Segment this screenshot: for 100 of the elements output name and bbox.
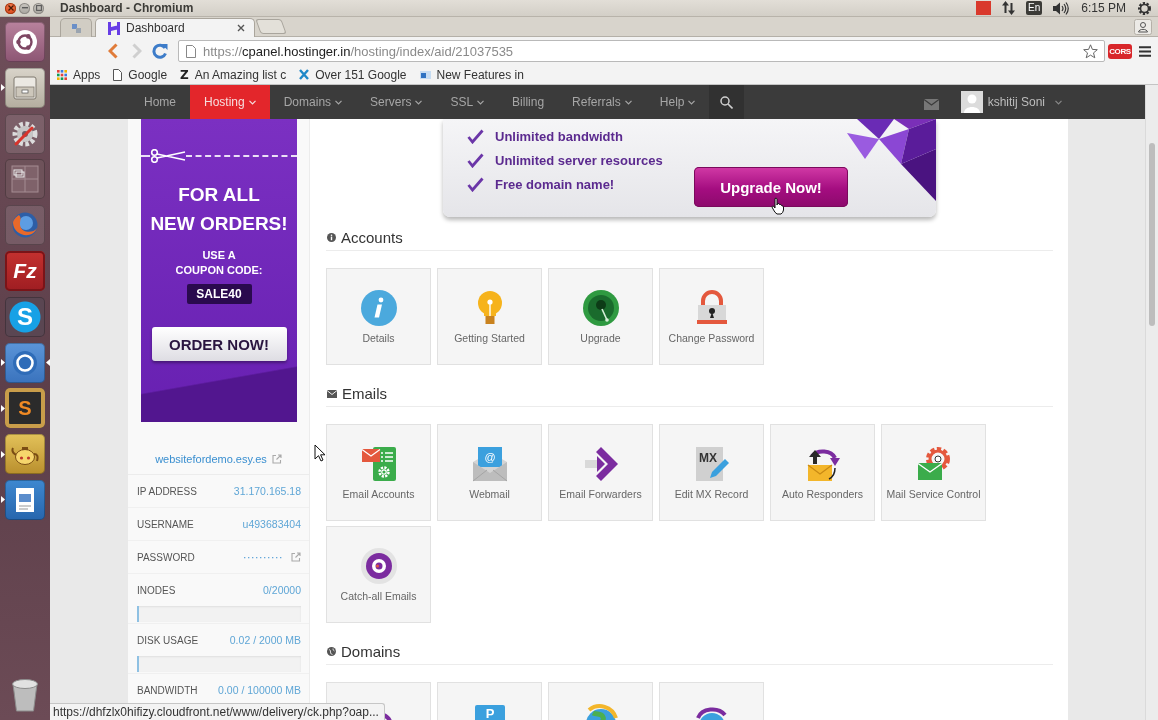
- window-maximize-button[interactable]: [33, 2, 44, 14]
- site-link[interactable]: websitefordemo.esy.es: [155, 452, 267, 474]
- nav-item[interactable]: Billing: [498, 85, 559, 119]
- feature-text: Free domain name!: [495, 176, 615, 192]
- browser-tab[interactable]: Dashboard: [95, 18, 255, 37]
- nav-item[interactable]: SSL: [436, 85, 499, 119]
- check-icon: [467, 176, 484, 192]
- square-indicator-icon[interactable]: [976, 1, 992, 15]
- url-field[interactable]: https://cpanel.hostinger.in/hosting/index/aid/21037535: [178, 40, 1105, 62]
- cross-favicon-icon: [299, 69, 310, 80]
- tool-tile[interactable]: Mail Service Control: [881, 424, 986, 521]
- gear-wrench-icon: [11, 119, 39, 148]
- tool-tile[interactable]: Change Password: [659, 268, 764, 365]
- launcher-button[interactable]: [5, 479, 45, 520]
- page-icon: [113, 68, 123, 81]
- link-status-tooltip: https://dhfzlx0hifizy.cloudfront.net/www/delivery/ck.php?oap...: [50, 703, 385, 720]
- feature-text: Unlimited bandwidth: [495, 128, 623, 144]
- launcher-button[interactable]: [5, 67, 45, 108]
- reload-icon[interactable]: [152, 43, 168, 59]
- info-icon: [360, 290, 397, 326]
- detail-value: 0.02 / 2000 MB: [229, 634, 301, 646]
- tool-tile[interactable]: Auto Responders: [770, 424, 875, 521]
- keyboard-layout-indicator[interactable]: En: [1026, 1, 1043, 15]
- volume-icon[interactable]: [1053, 1, 1070, 15]
- tool-tile[interactable]: Getting Started: [437, 268, 542, 365]
- network-arrows-icon[interactable]: [1002, 1, 1016, 15]
- upgrade-now-button[interactable]: Upgrade Now!: [694, 167, 848, 207]
- detail-label: IP ADDRESS: [137, 485, 197, 497]
- detail-value: u493683404: [242, 518, 301, 530]
- target-icon: [360, 548, 397, 584]
- session-gear-icon[interactable]: [1137, 0, 1152, 16]
- launcher-button[interactable]: [5, 22, 45, 62]
- check-icon: [467, 152, 484, 168]
- workspace-grid-icon: [11, 165, 39, 194]
- clock[interactable]: 6:15 PM: [1081, 1, 1126, 15]
- order-now-button[interactable]: ORDER NOW!: [151, 327, 287, 361]
- bookmark[interactable]: Z An Amazing list c: [180, 67, 287, 82]
- nav-item[interactable]: Hosting: [190, 85, 270, 119]
- tool-tile[interactable]: @ Webmail: [437, 424, 542, 521]
- envelope-list-icon: [360, 446, 397, 482]
- window-title: Dashboard - Chromium: [60, 1, 194, 15]
- scrollbar[interactable]: [1145, 85, 1158, 720]
- tool-tile[interactable]: MX Edit MX Record: [659, 424, 764, 521]
- extension-button[interactable]: CORS: [1108, 43, 1132, 59]
- feature-text: Unlimited server resources: [495, 152, 663, 168]
- nav-item[interactable]: Servers: [356, 85, 437, 119]
- detail-value: ··········: [243, 551, 283, 563]
- window-close-button[interactable]: [5, 2, 16, 14]
- launcher-button[interactable]: [5, 159, 45, 200]
- bookmark[interactable]: Over 151 Google: [299, 67, 407, 82]
- trash-icon[interactable]: [10, 678, 40, 712]
- section-title: Domains: [341, 643, 401, 660]
- detail-value: 31.170.165.18: [233, 485, 301, 497]
- bookmark[interactable]: Apps: [57, 67, 101, 82]
- letter-favicon: Z: [180, 67, 189, 82]
- promo-banner[interactable]: FOR ALL NEW ORDERS! USE A COUPON CODE: SALE40 ORDER NOW!: [141, 119, 297, 422]
- tool-tile[interactable]: P: [437, 682, 542, 720]
- circle-logo-icon: [11, 28, 39, 56]
- tool-tile[interactable]: Catch-all Emails: [326, 526, 431, 623]
- apps-grid-icon: [57, 69, 67, 80]
- nav-item[interactable]: Domains: [269, 85, 357, 119]
- detail-value: 0/20000: [263, 584, 301, 596]
- user-menu[interactable]: kshitij Soni: [960, 91, 1062, 113]
- minimize-icon: [21, 7, 28, 9]
- launcher-button[interactable]: [5, 434, 45, 475]
- gauge-icon: [582, 290, 619, 326]
- detail-label: INODES: [137, 584, 176, 596]
- back-icon[interactable]: [108, 43, 118, 59]
- star-icon[interactable]: [1083, 43, 1098, 59]
- promo-subline: COUPON CODE:: [175, 263, 263, 278]
- detail-label: PASSWORD: [137, 551, 195, 563]
- scrollbar-thumb[interactable]: [1149, 143, 1155, 326]
- promo-headline: NEW ORDERS!: [150, 212, 288, 236]
- avatar-silhouette-icon: [960, 91, 983, 113]
- launcher-button[interactable]: [5, 342, 45, 383]
- launcher-button[interactable]: S: [5, 296, 45, 337]
- tool-tile[interactable]: Email Forwarders: [548, 424, 653, 521]
- favicon-icon: [71, 23, 81, 33]
- bookmark[interactable]: Google: [113, 67, 168, 82]
- nav-item[interactable]: Referrals: [558, 85, 646, 119]
- nav-item[interactable]: Help: [645, 85, 710, 119]
- gear-envelope-icon: [915, 446, 952, 482]
- envelope-icon[interactable]: [923, 98, 939, 110]
- tool-tile[interactable]: Email Accounts: [326, 424, 431, 521]
- site-favicon-icon: [419, 70, 431, 79]
- window-minimize-button[interactable]: [19, 2, 30, 14]
- launcher-button[interactable]: [5, 113, 45, 154]
- tool-tile[interactable]: Upgrade: [548, 268, 653, 365]
- search-button[interactable]: [709, 85, 745, 119]
- detail-label: DISK USAGE: [137, 634, 199, 646]
- check-icon: [467, 128, 484, 144]
- nav-item[interactable]: Home: [130, 85, 190, 119]
- launcher-button[interactable]: Fz: [5, 251, 45, 291]
- menu-icon[interactable]: [1139, 45, 1151, 57]
- caret-icon: [1055, 99, 1062, 105]
- bookmark[interactable]: New Features in: [419, 67, 524, 82]
- tool-tile[interactable]: Details: [326, 268, 431, 365]
- launcher-button[interactable]: S: [5, 388, 45, 429]
- profile-icon[interactable]: [1134, 18, 1152, 35]
- close-icon[interactable]: [237, 24, 245, 32]
